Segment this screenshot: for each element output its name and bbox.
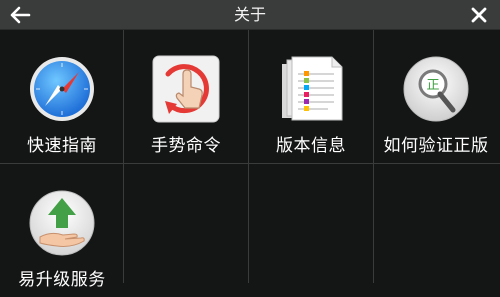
close-icon [471,7,487,23]
tile-label: 如何验证正版 [383,136,489,156]
upgrade-icon [29,190,95,256]
tile-gesture-commands[interactable]: 手势命令 [124,30,248,163]
document-icon [282,56,343,121]
tile-upgrade-service[interactable]: 易升级服务 [0,164,124,297]
page-title: 关于 [233,5,266,24]
close-button[interactable] [466,3,492,27]
tile-label: 手势命令 [151,136,221,156]
tile-label: 版本信息 [276,136,346,156]
tile-label: 易升级服务 [18,270,106,290]
back-button[interactable] [6,3,34,27]
tile-version-info[interactable]: 版本信息 [249,30,373,163]
gesture-icon [152,55,220,123]
tile-label: 快速指南 [27,136,97,156]
menu-grid: 快速指南 手势命令 版本信息 正 如何验证正版 易升级服务 [0,30,500,290]
svg-text:正: 正 [426,78,439,93]
title-bar: 关于 [0,0,500,30]
tile-quick-guide[interactable]: 快速指南 [0,30,124,163]
back-arrow-icon [10,6,31,24]
magnifier-verify-icon: 正 [403,56,469,122]
tile-verify-genuine[interactable]: 正 如何验证正版 [374,30,498,163]
compass-icon [30,57,94,121]
